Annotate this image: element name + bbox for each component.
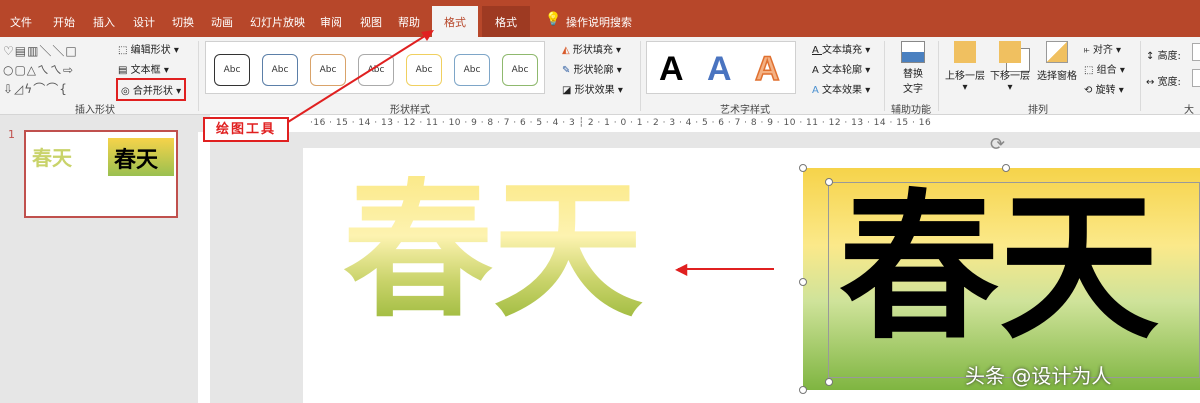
watermark: 头条 @设计为人	[965, 364, 1112, 388]
annotation-arrow	[287, 30, 434, 123]
